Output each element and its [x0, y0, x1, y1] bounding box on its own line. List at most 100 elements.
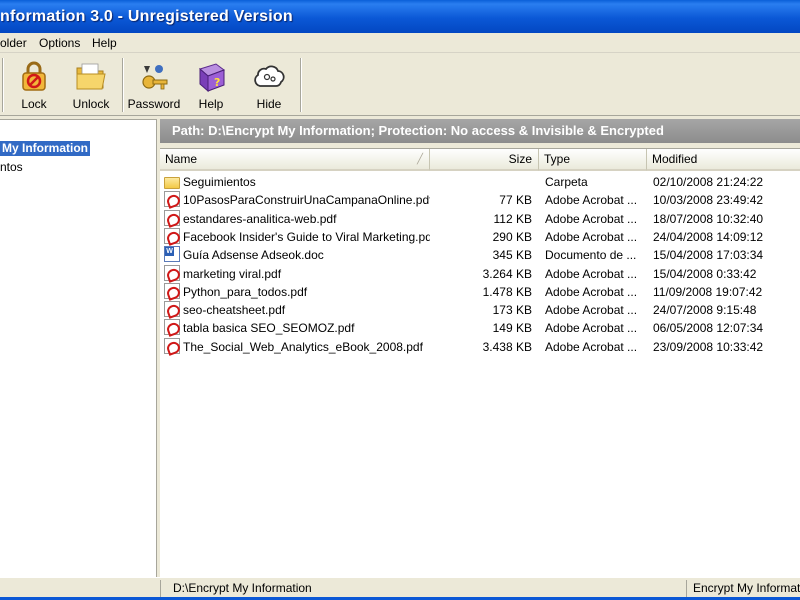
file-name-cell: The_Social_Web_Analytics_eBook_2008.pdf: [164, 337, 430, 356]
column-header-type[interactable]: Type: [539, 149, 647, 171]
file-size-cell: 77 KB: [499, 193, 532, 208]
file-type-cell: Adobe Acrobat ...: [545, 229, 638, 244]
open-folder-icon: [76, 63, 106, 90]
file-type-cell: Carpeta: [545, 175, 588, 189]
file-type-cell: Adobe Acrobat ...: [545, 339, 638, 354]
file-size-cell: 1.478 KB: [482, 284, 532, 299]
table-row[interactable]: 10PasosParaConstruirUnaCampanaOnline.pdf…: [160, 191, 800, 209]
table-row[interactable]: Python_para_todos.pdf 1.478 KB Adobe Acrob…: [160, 282, 800, 301]
window-title: nformation 3.0 - Unregistered Version: [0, 8, 293, 25]
file-modified-cell: 15/04/2008 0:33:42: [653, 266, 757, 281]
pdf-icon: [164, 282, 180, 299]
file-name: 10PasosParaConstruirUnaCampanaOnline.pdf: [183, 193, 430, 208]
file-name-cell: Seguimientos: [164, 173, 430, 191]
file-modified-cell: 06/05/2008 12:07:34: [653, 321, 764, 336]
toolbar-separator: [122, 58, 124, 112]
svg-text:?: ?: [214, 76, 220, 89]
file-name: Python_para_todos.pdf: [183, 284, 308, 299]
menu-folder[interactable]: older: [0, 35, 30, 51]
file-type-cell: Adobe Acrobat ...: [545, 211, 638, 226]
status-name: Encrypt My Informati: [686, 580, 800, 597]
pdf-icon: [164, 191, 180, 208]
file-size-cell: 112 KB: [493, 211, 532, 226]
tree-item-my-information[interactable]: My Information: [0, 140, 91, 157]
table-row[interactable]: Seguimientos Carpeta 02/10/2008 21:24:22: [160, 173, 800, 191]
hide-button[interactable]: Hide: [242, 56, 296, 114]
file-modified-cell: 23/09/2008 10:33:42: [653, 339, 764, 354]
menu-options[interactable]: Options: [36, 35, 83, 51]
file-list[interactable]: Name ╱ Size Type Modified Seguimientos Ca…: [160, 148, 800, 577]
table-row[interactable]: seo-cheatsheet.pdf 173 KB Adobe Acrobat ..…: [160, 301, 800, 319]
status-bar: D:\Encrypt My Information Encrypt My Inf…: [0, 577, 800, 597]
file-name: seo-cheatsheet.pdf: [183, 303, 286, 318]
unlock-button[interactable]: Unlock: [64, 56, 118, 114]
file-modified-cell: 18/07/2008 10:32:40: [653, 211, 764, 226]
folder-icon: [164, 177, 180, 189]
file-name: Facebook Insider's Guide to Viral Market…: [183, 229, 430, 244]
file-name-cell: estandares-analitica-web.pdf: [164, 209, 430, 228]
file-size-cell: 345 KB: [492, 248, 532, 263]
table-row[interactable]: estandares-analitica-web.pdf 112 KB Adobe …: [160, 209, 800, 228]
password-button[interactable]: Password: [127, 56, 181, 114]
file-type-cell: Adobe Acrobat ...: [545, 284, 638, 299]
tree-item-documents[interactable]: ntos: [0, 160, 23, 175]
pdf-icon: [164, 264, 180, 281]
lock-button[interactable]: Lock: [7, 56, 61, 114]
pdf-icon: [164, 337, 180, 354]
title-bar: nformation 3.0 - Unregistered Version: [0, 0, 800, 33]
file-name-cell: Guía Adsense Adseok.doc: [164, 246, 430, 264]
file-modified-cell: 15/04/2008 17:03:34: [653, 248, 764, 263]
hide-label: Hide: [256, 97, 282, 111]
file-name-cell: seo-cheatsheet.pdf: [164, 301, 430, 319]
file-type-cell: Adobe Acrobat ...: [545, 193, 638, 208]
toolbar-separator: [2, 58, 4, 112]
table-row[interactable]: marketing viral.pdf 3.264 KB Adobe Acrobat…: [160, 264, 800, 283]
unlock-label: Unlock: [72, 97, 110, 111]
file-size-cell: 3.438 KB: [482, 339, 532, 354]
file-type-cell: Adobe Acrobat ...: [545, 303, 638, 318]
toolbar: Lock Unlock Password ? Help Hide: [0, 54, 800, 116]
file-type-cell: Adobe Acrobat ...: [545, 266, 638, 281]
file-modified-cell: 11/09/2008 19:07:42: [653, 284, 763, 299]
password-icon: [142, 65, 168, 90]
pdf-icon: [164, 227, 180, 244]
folder-tree[interactable]: My Information ntos: [0, 119, 157, 577]
path-bar: Path: D:\Encrypt My Information; Protect…: [160, 119, 800, 143]
file-size-cell: 149 KB: [492, 321, 532, 336]
status-path: D:\Encrypt My Information: [160, 580, 686, 597]
file-name: The_Social_Web_Analytics_eBook_2008.pdf: [183, 339, 423, 354]
table-row[interactable]: Guía Adsense Adseok.doc 345 KB Documento d…: [160, 246, 800, 264]
file-type-cell: Adobe Acrobat ...: [545, 321, 638, 336]
file-modified-cell: 10/03/2008 23:49:42: [653, 193, 764, 208]
help-book-icon: ?: [198, 63, 226, 93]
column-header-name[interactable]: Name ╱: [160, 149, 430, 171]
file-modified-cell: 24/04/2008 14:09:12: [653, 229, 764, 244]
file-modified-cell: 24/07/2008 9:15:48: [653, 303, 757, 318]
column-header-name-label: Name: [165, 152, 198, 166]
file-modified-cell: 02/10/2008 21:24:22: [653, 175, 764, 189]
file-name-cell: tabla basica SEO_SEOMOZ.pdf: [164, 319, 430, 337]
file-size-cell: 173 KB: [492, 303, 532, 318]
file-name-cell: 10PasosParaConstruirUnaCampanaOnline.pdf: [164, 191, 430, 209]
menu-help[interactable]: Help: [89, 35, 120, 51]
column-header-modified[interactable]: Modified: [647, 149, 800, 171]
file-size-cell: 290 KB: [492, 229, 532, 244]
lock-icon: [22, 61, 46, 91]
cloud-icon: [254, 65, 285, 87]
help-button[interactable]: ? Help: [184, 56, 238, 114]
file-name-cell: Facebook Insider's Guide to Viral Market…: [164, 227, 430, 246]
file-name: estandares-analitica-web.pdf: [183, 211, 337, 226]
file-size-cell: 3.264 KB: [482, 266, 532, 281]
file-type-cell: Documento de ...: [545, 248, 637, 263]
pdf-icon: [164, 319, 180, 336]
column-header-size[interactable]: Size: [430, 149, 539, 171]
file-name-cell: marketing viral.pdf: [164, 264, 430, 283]
menu-bar: older Options Help: [0, 33, 800, 53]
file-name-cell: Python_para_todos.pdf: [164, 282, 430, 301]
table-row[interactable]: Facebook Insider's Guide to Viral Market…: [160, 227, 800, 246]
table-row[interactable]: tabla basica SEO_SEOMOZ.pdf 149 KB Adobe A…: [160, 319, 800, 337]
table-row[interactable]: The_Social_Web_Analytics_eBook_2008.pdf 3…: [160, 337, 800, 356]
help-label: Help: [198, 97, 224, 111]
file-name: tabla basica SEO_SEOMOZ.pdf: [183, 321, 355, 336]
pdf-icon: [164, 301, 180, 318]
